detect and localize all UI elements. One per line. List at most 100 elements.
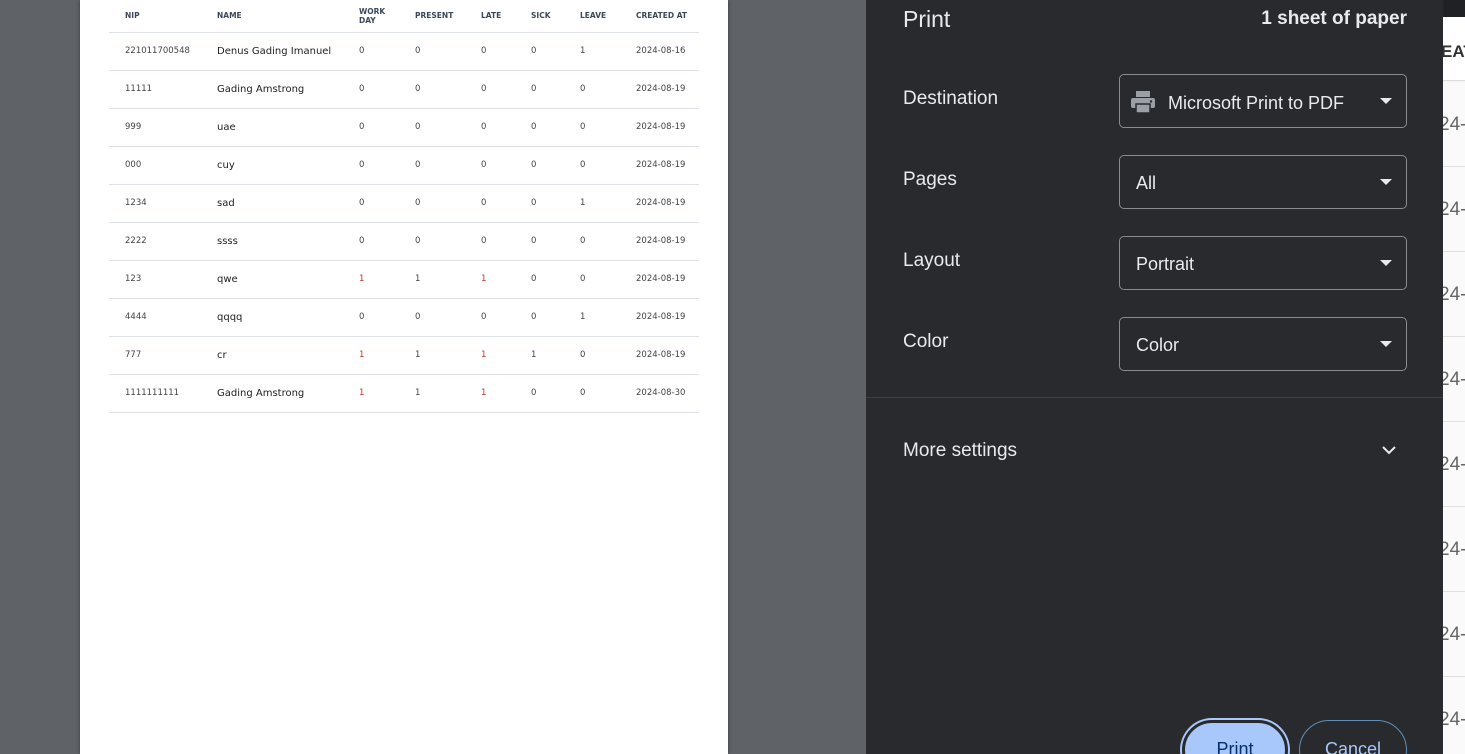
table-cell: 0: [564, 373, 620, 413]
table-cell: 0: [399, 221, 465, 260]
table-cell: 0: [465, 297, 515, 336]
cell-name: Gading Amstrong: [201, 69, 343, 108]
layout-setting: Layout Portrait: [903, 236, 1407, 290]
table-cell: 2024-08-19: [620, 297, 699, 336]
cell-name: qqqq: [201, 297, 343, 336]
table-cell: 0: [515, 31, 564, 70]
background-table-header: EAT: [1443, 17, 1465, 81]
table-cell: 1: [399, 259, 465, 298]
sheet-count: 1 sheet of paper: [1261, 8, 1407, 29]
table-row: 777 cr 1 1 1 1 0 2024-08-19: [109, 335, 699, 374]
dropdown-arrow-icon: [1380, 341, 1392, 347]
background-row: 24-: [1443, 592, 1465, 677]
background-row: 24-: [1443, 82, 1465, 167]
dropdown-arrow-icon: [1380, 179, 1392, 185]
table-cell: 2024-08-19: [620, 259, 699, 298]
table-cell: 0: [343, 69, 399, 108]
table-cell: 4444: [109, 297, 201, 336]
table-cell: 1: [465, 335, 515, 374]
table-cell: 0: [465, 107, 515, 146]
table-cell: 1: [343, 335, 399, 374]
background-row: 24-: [1443, 507, 1465, 592]
column-header: PRESENT: [415, 11, 454, 21]
print-preview-area: NIP NAME WORK DAY PRESENT LATE SICK LEAVE…: [0, 0, 866, 754]
table-cell: 999: [109, 107, 201, 146]
table-cell: 0: [343, 107, 399, 146]
table-cell: 2024-08-30: [620, 373, 699, 413]
table-cell: 221011700548: [109, 31, 201, 70]
table-cell: 0: [515, 297, 564, 336]
color-select[interactable]: Color: [1119, 317, 1407, 371]
cell-name: Denus Gading Imanuel: [201, 31, 343, 70]
table-cell: 1: [564, 297, 620, 336]
cell-name: Gading Amstrong: [201, 373, 343, 413]
background-toolbar: [1443, 0, 1465, 17]
dialog-title: Print: [903, 6, 951, 32]
table-cell: 0: [564, 259, 620, 298]
table-row: 999 uae 0 0 0 0 0 2024-08-19: [109, 107, 699, 146]
table-cell: 0: [399, 297, 465, 336]
cell-name: cuy: [201, 145, 343, 184]
table-cell: 0: [465, 183, 515, 222]
column-header: WORK DAY: [359, 6, 386, 25]
table-body: 221011700548 Denus Gading Imanuel 0 0 0 0 1 202…: [109, 31, 699, 413]
table-cell: 2024-08-19: [620, 69, 699, 108]
cancel-button[interactable]: Cancel: [1299, 720, 1407, 754]
table-cell: 0: [465, 145, 515, 184]
table-cell: 1: [343, 373, 399, 413]
pages-label: Pages: [903, 169, 957, 190]
background-row: 24-: [1443, 167, 1465, 252]
attendance-table: NIP NAME WORK DAY PRESENT LATE SICK LEAVE…: [109, 0, 699, 413]
table-cell: 2024-08-19: [620, 335, 699, 374]
divider: [866, 397, 1443, 398]
table-cell: 1: [564, 31, 620, 70]
background-row-text: 24-: [1443, 199, 1465, 220]
layout-label: Layout: [903, 250, 961, 271]
table-cell: 123: [109, 259, 201, 298]
table-cell: 0: [564, 107, 620, 146]
table-cell: 2024-08-19: [620, 221, 699, 260]
more-settings-toggle[interactable]: More settings: [903, 430, 1407, 474]
background-row-text: 24-: [1443, 709, 1465, 730]
table-cell: 0: [343, 145, 399, 184]
cell-name: ssss: [201, 221, 343, 260]
table-cell: 1111111111: [109, 373, 201, 413]
table-row: 123 qwe 1 1 1 0 0 2024-08-19: [109, 259, 699, 298]
destination-select[interactable]: Microsoft Print to PDF: [1119, 74, 1407, 128]
table-cell: 0: [343, 31, 399, 70]
background-row: 24-: [1443, 422, 1465, 507]
table-cell: 0: [515, 69, 564, 108]
table-cell: 0: [515, 259, 564, 298]
table-row: 2222 ssss 0 0 0 0 0 2024-08-19: [109, 221, 699, 260]
table-header-row: NIP NAME WORK DAY PRESENT LATE SICK LEAVE…: [109, 0, 699, 32]
dropdown-arrow-icon: [1380, 260, 1392, 266]
table-cell: 0: [399, 145, 465, 184]
table-cell: 2024-08-16: [620, 31, 699, 70]
pages-value: All: [1136, 173, 1157, 193]
column-header: CREATED AT: [636, 11, 688, 21]
table-row: 1111111111 Gading Amstrong 1 1 1 0 0 2024-08-30: [109, 373, 699, 413]
table-cell: 1: [465, 373, 515, 413]
table-cell: 0: [399, 69, 465, 108]
destination-value: Microsoft Print to PDF: [1168, 93, 1345, 113]
table-cell: 0: [465, 221, 515, 260]
cell-name: uae: [201, 107, 343, 146]
table-cell: 0: [399, 31, 465, 70]
preview-page: NIP NAME WORK DAY PRESENT LATE SICK LEAVE…: [80, 0, 728, 754]
print-button[interactable]: Print: [1182, 720, 1288, 754]
background-row-text: 24-: [1443, 114, 1465, 135]
table-cell: 777: [109, 335, 201, 374]
table-cell: 11111: [109, 69, 201, 108]
table-cell: 1: [564, 183, 620, 222]
table-row: 4444 qqqq 0 0 0 0 1 2024-08-19: [109, 297, 699, 336]
table-row: 000 cuy 0 0 0 0 0 2024-08-19: [109, 145, 699, 184]
layout-select[interactable]: Portrait: [1119, 236, 1407, 290]
cell-name: cr: [201, 335, 343, 374]
table-cell: 0: [564, 335, 620, 374]
layout-value: Portrait: [1136, 254, 1195, 274]
table-cell: 2222: [109, 221, 201, 260]
background-row: 24-: [1443, 677, 1465, 754]
table-cell: 2024-08-19: [620, 145, 699, 184]
pages-select[interactable]: All: [1119, 155, 1407, 209]
more-settings-label: More settings: [903, 440, 1018, 461]
